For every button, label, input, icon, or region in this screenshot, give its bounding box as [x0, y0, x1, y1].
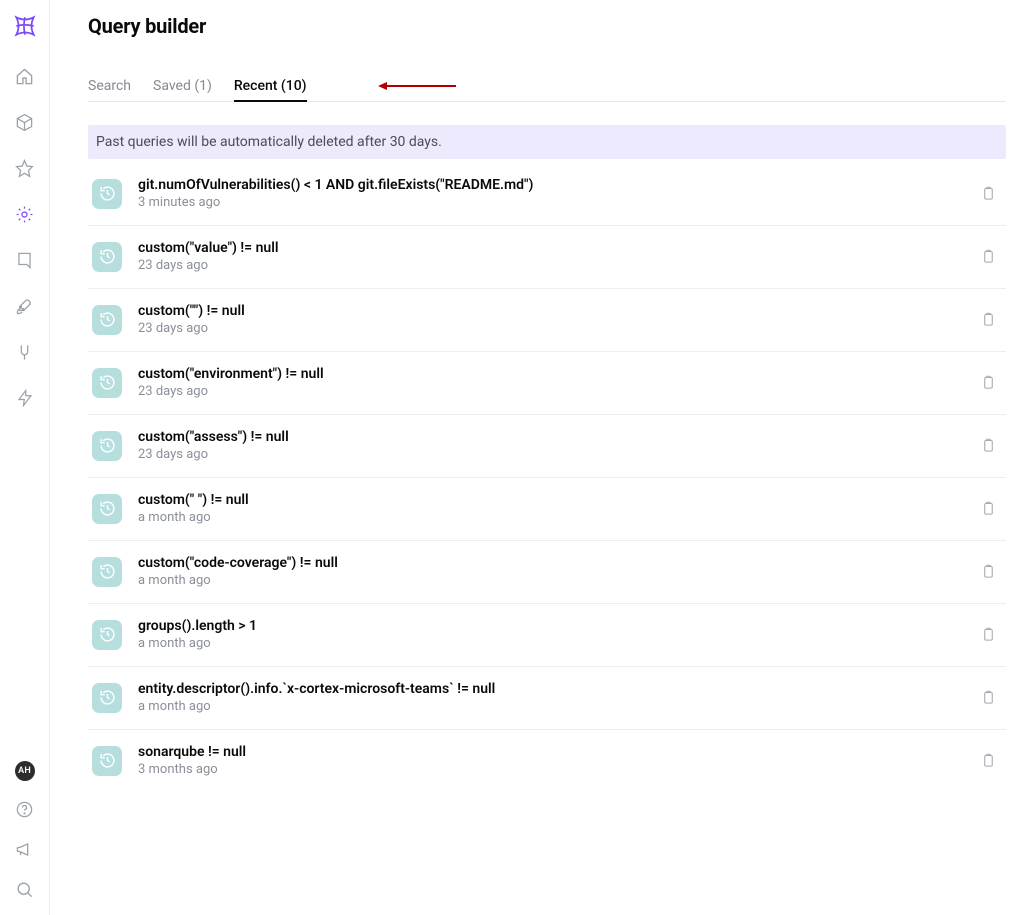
plug-icon[interactable]: [13, 340, 37, 364]
query-title: groups().length > 1: [138, 618, 976, 634]
history-icon: [92, 305, 122, 335]
history-icon: [92, 368, 122, 398]
query-title: git.numOfVulnerabilities() < 1 AND git.f…: [138, 177, 976, 193]
tab-recent[interactable]: Recent (10): [234, 78, 307, 101]
annotation-arrow: [378, 82, 456, 90]
query-title: entity.descriptor().info.`x-cortex-micro…: [138, 681, 976, 697]
query-row[interactable]: custom("value") != null 23 days ago: [88, 226, 1006, 289]
query-time: 3 months ago: [138, 762, 976, 777]
query-title: sonarqube != null: [138, 744, 976, 760]
copy-button[interactable]: [976, 371, 1000, 395]
cube-icon[interactable]: [13, 110, 37, 134]
avatar[interactable]: AH: [15, 761, 35, 781]
copy-button[interactable]: [976, 560, 1000, 584]
query-text: groups().length > 1 a month ago: [138, 618, 976, 651]
query-title: custom("environment") != null: [138, 366, 976, 382]
history-icon: [92, 242, 122, 272]
query-time: 23 days ago: [138, 321, 976, 336]
star-icon[interactable]: [13, 156, 37, 180]
query-time: a month ago: [138, 699, 976, 714]
history-icon: [92, 746, 122, 776]
query-time: a month ago: [138, 573, 976, 588]
query-row[interactable]: groups().length > 1 a month ago: [88, 604, 1006, 667]
history-icon: [92, 557, 122, 587]
query-text: sonarqube != null 3 months ago: [138, 744, 976, 777]
copy-button[interactable]: [976, 749, 1000, 773]
main-content: Query builder Search Saved (1) Recent (1…: [50, 0, 1020, 915]
copy-button[interactable]: [976, 497, 1000, 521]
query-text: custom("environment") != null 23 days ag…: [138, 366, 976, 399]
query-row[interactable]: custom(" ") != null a month ago: [88, 478, 1006, 541]
info-banner: Past queries will be automatically delet…: [88, 125, 1006, 159]
query-row[interactable]: custom("assess") != null 23 days ago: [88, 415, 1006, 478]
search-icon[interactable]: [13, 877, 37, 901]
query-text: custom("") != null 23 days ago: [138, 303, 976, 336]
page-title: Query builder: [88, 14, 1006, 38]
query-time: 23 days ago: [138, 447, 976, 462]
sidebar: AH: [0, 0, 50, 915]
query-list: git.numOfVulnerabilities() < 1 AND git.f…: [88, 177, 1006, 792]
copy-button[interactable]: [976, 623, 1000, 647]
query-row[interactable]: git.numOfVulnerabilities() < 1 AND git.f…: [88, 177, 1006, 226]
gear-icon[interactable]: [13, 202, 37, 226]
query-time: 23 days ago: [138, 384, 976, 399]
query-title: custom("") != null: [138, 303, 976, 319]
query-row[interactable]: custom("code-coverage") != null a month …: [88, 541, 1006, 604]
query-title: custom("value") != null: [138, 240, 976, 256]
history-icon: [92, 494, 122, 524]
tabs: Search Saved (1) Recent (10): [88, 78, 1006, 102]
help-icon[interactable]: [13, 797, 37, 821]
rocket-icon[interactable]: [13, 294, 37, 318]
query-title: custom("code-coverage") != null: [138, 555, 976, 571]
query-title: custom(" ") != null: [138, 492, 976, 508]
query-title: custom("assess") != null: [138, 429, 976, 445]
query-row[interactable]: custom("") != null 23 days ago: [88, 289, 1006, 352]
copy-button[interactable]: [976, 182, 1000, 206]
query-text: entity.descriptor().info.`x-cortex-micro…: [138, 681, 976, 714]
query-text: custom("assess") != null 23 days ago: [138, 429, 976, 462]
query-text: git.numOfVulnerabilities() < 1 AND git.f…: [138, 177, 976, 210]
megaphone-icon[interactable]: [13, 837, 37, 861]
bolt-icon[interactable]: [13, 386, 37, 410]
copy-button[interactable]: [976, 434, 1000, 458]
history-icon: [92, 179, 122, 209]
copy-button[interactable]: [976, 308, 1000, 332]
copy-button[interactable]: [976, 686, 1000, 710]
app-logo[interactable]: [11, 12, 39, 40]
query-row[interactable]: sonarqube != null 3 months ago: [88, 730, 1006, 792]
query-time: 23 days ago: [138, 258, 976, 273]
copy-button[interactable]: [976, 245, 1000, 269]
tab-search[interactable]: Search: [88, 78, 131, 101]
query-time: a month ago: [138, 636, 976, 651]
query-time: 3 minutes ago: [138, 195, 976, 210]
query-time: a month ago: [138, 510, 976, 525]
query-text: custom("code-coverage") != null a month …: [138, 555, 976, 588]
home-icon[interactable]: [13, 64, 37, 88]
history-icon: [92, 431, 122, 461]
query-text: custom(" ") != null a month ago: [138, 492, 976, 525]
bookmark-icon[interactable]: [13, 248, 37, 272]
query-text: custom("value") != null 23 days ago: [138, 240, 976, 273]
query-row[interactable]: custom("environment") != null 23 days ag…: [88, 352, 1006, 415]
history-icon: [92, 620, 122, 650]
tab-saved[interactable]: Saved (1): [153, 78, 212, 101]
history-icon: [92, 683, 122, 713]
query-row[interactable]: entity.descriptor().info.`x-cortex-micro…: [88, 667, 1006, 730]
